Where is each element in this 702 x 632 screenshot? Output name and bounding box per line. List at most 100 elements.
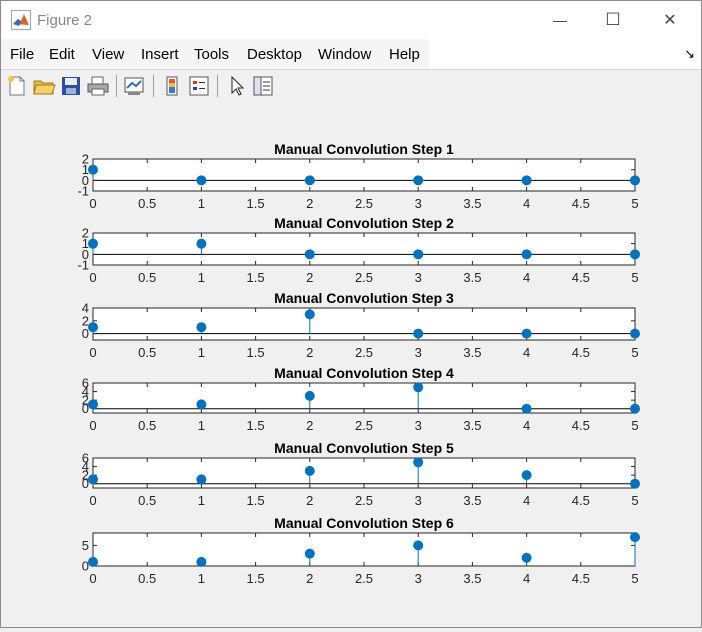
stem-marker [196, 474, 207, 485]
stem-marker [521, 403, 532, 414]
x-tick-label: 0.5 [138, 196, 156, 211]
x-tick-label: 1 [198, 571, 205, 586]
x-tick-label: 4.5 [572, 196, 590, 211]
x-tick-label: 5 [631, 270, 638, 285]
menu-view[interactable]: View [92, 46, 124, 63]
subplot-6: Manual Convolution Step 6 0 0.5 1 1.5 2 2.5 3 3.… [82, 515, 640, 586]
subplot-title: Manual Convolution Step 2 [274, 215, 454, 231]
stem-marker [413, 540, 424, 551]
minimize-button[interactable]: — [537, 5, 583, 35]
legend-icon[interactable] [187, 74, 211, 98]
stem-marker [196, 238, 207, 249]
x-tick-label: 4.5 [572, 418, 590, 433]
close-button[interactable]: ✕ [647, 5, 693, 35]
axes-box [92, 307, 636, 341]
save-icon[interactable] [59, 74, 83, 98]
y-tick-label: 5 [82, 538, 89, 553]
stem-marker [304, 309, 315, 320]
x-tick-label: 3.5 [463, 196, 481, 211]
stem-marker [88, 474, 98, 485]
stem-marker [88, 238, 98, 249]
maximize-icon: ☐ [605, 10, 621, 29]
x-tick-label: 0 [89, 345, 96, 360]
stem-marker [304, 390, 315, 401]
toolbar-separator [116, 75, 117, 97]
stem-marker [413, 175, 424, 186]
x-tick-label: 5 [631, 345, 638, 360]
x-tick-label: 1.5 [247, 493, 265, 508]
stem-marker [196, 175, 207, 186]
pointer-icon[interactable] [225, 74, 249, 98]
menu-bar: File Edit View Insert Tools Desktop Wind… [1, 39, 701, 70]
property-inspector-icon[interactable] [251, 74, 275, 98]
stem-marker [196, 322, 207, 333]
stem-marker [630, 175, 640, 186]
stem-marker [196, 399, 207, 410]
x-tick-label: 4.5 [572, 571, 590, 586]
stem-marker [196, 556, 207, 567]
x-tick-label: 2 [306, 493, 313, 508]
y-tick-label: -1 [77, 184, 89, 199]
subplot-5: Manual Convolution Step 5 0 0.5 1 1.5 2 2.5 3 3.… [82, 440, 640, 508]
toolbar-separator [153, 75, 154, 97]
menu-window[interactable]: Window [318, 46, 371, 63]
x-tick-label: 1 [198, 270, 205, 285]
y-tick-label: -1 [77, 258, 89, 273]
print-icon[interactable] [86, 74, 110, 98]
x-tick-label: 3.5 [463, 493, 481, 508]
dock-arrow-icon[interactable]: ↘ [684, 46, 695, 62]
x-tick-label: 2.5 [355, 571, 373, 586]
x-tick-label: 0.5 [138, 418, 156, 433]
minimize-icon: — [553, 12, 567, 28]
x-tick-label: 2 [306, 196, 313, 211]
axes-box [92, 232, 636, 266]
stem-marker [413, 382, 424, 393]
x-tick-label: 4 [523, 571, 530, 586]
subplot-title: Manual Convolution Step 5 [274, 440, 454, 456]
stem-marker [630, 328, 640, 339]
x-tick-label: 3 [415, 571, 422, 586]
maximize-button[interactable]: ☐ [590, 5, 636, 35]
x-tick-label: 1.5 [247, 196, 265, 211]
colorbar-icon[interactable] [160, 74, 184, 98]
subplot-title: Manual Convolution Step 6 [274, 515, 454, 531]
x-tick-label: 4.5 [572, 493, 590, 508]
stem-marker [521, 175, 532, 186]
x-tick-label: 4.5 [572, 270, 590, 285]
x-tick-label: 3 [415, 418, 422, 433]
stem-marker [521, 249, 532, 260]
x-tick-label: 1 [198, 493, 205, 508]
stem-marker [88, 556, 98, 567]
menu-edit[interactable]: Edit [49, 46, 75, 63]
y-tick-label: 0 [82, 476, 89, 491]
figure-toolbar [1, 70, 701, 102]
link-plot-icon[interactable] [122, 74, 146, 98]
figure-window: Figure 2 — ☐ ✕ File Edit View Insert Too… [0, 0, 702, 628]
open-file-icon[interactable] [32, 74, 56, 98]
menu-desktop[interactable]: Desktop [247, 46, 302, 63]
menu-help[interactable]: Help [389, 46, 420, 63]
menu-file[interactable]: File [10, 46, 34, 63]
x-tick-label: 2 [306, 571, 313, 586]
window-title: Figure 2 [37, 12, 93, 29]
x-tick-label: 3.5 [463, 571, 481, 586]
stem-marker [88, 322, 98, 333]
menu-tools[interactable]: Tools [194, 46, 229, 63]
stem-marker [304, 249, 315, 260]
subplot-title: Manual Convolution Step 1 [274, 141, 454, 157]
stem-marker [521, 552, 532, 563]
x-tick-label: 1.5 [247, 418, 265, 433]
axes-box [92, 532, 636, 567]
title-bar[interactable]: Figure 2 — ☐ ✕ [1, 1, 701, 39]
x-tick-label: 0 [89, 418, 96, 433]
x-tick-label: 0.5 [138, 571, 156, 586]
subplot-4: Manual Convolution Step 4 0 0.5 1 1.5 2 2.5 3 3.… [82, 365, 640, 433]
subplot-1: Manual Convolution Step 1 0 0.5 1 1.5 2 2.5 3 3.… [77, 141, 640, 211]
new-figure-icon[interactable] [5, 74, 29, 98]
y-tick-label: 0 [82, 559, 89, 574]
x-tick-label: 2.5 [355, 270, 373, 285]
y-tick-label: 0 [82, 401, 89, 416]
x-tick-label: 3.5 [463, 418, 481, 433]
stem-marker [413, 457, 424, 468]
menu-insert[interactable]: Insert [141, 46, 179, 63]
